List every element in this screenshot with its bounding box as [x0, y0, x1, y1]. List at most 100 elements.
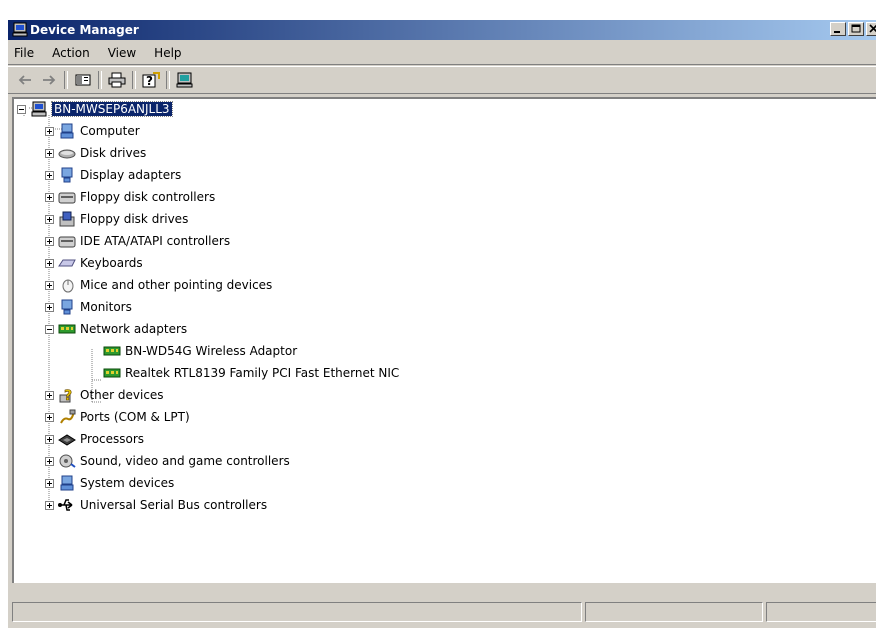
forward-button[interactable]: [38, 70, 60, 90]
print-button[interactable]: [106, 70, 128, 90]
tree-item-label: Processors: [80, 432, 145, 446]
tree-category-display-adapters[interactable]: Display adapters: [45, 165, 181, 185]
tree-category-monitors[interactable]: Monitors: [45, 297, 132, 317]
scan-hardware-icon: [176, 72, 193, 88]
expand-toggle[interactable]: [45, 214, 54, 224]
unknown-device-icon: ?: [59, 388, 72, 403]
menu-bar: File Action View Help: [8, 42, 876, 65]
tree-item-label: Mice and other pointing devices: [80, 278, 273, 292]
menu-file[interactable]: File: [8, 46, 43, 60]
forward-arrow-icon: [43, 75, 56, 85]
expand-toggle[interactable]: [45, 456, 54, 466]
tree-category-keyboards[interactable]: Keyboards: [45, 253, 143, 273]
collapse-toggle[interactable]: [17, 104, 26, 114]
scan-hardware-button[interactable]: [174, 70, 196, 90]
tree-category-processors[interactable]: Processors: [45, 429, 144, 449]
tree-device-ethernet-nic[interactable]: Realtek RTL8139 Family PCI Fast Ethernet…: [103, 363, 399, 383]
monitor-icon: [61, 299, 73, 315]
menu-action[interactable]: Action: [43, 46, 99, 60]
disk-drive-icon: [58, 149, 76, 159]
window-title: Device Manager: [30, 23, 139, 37]
tree-item-label: BN-WD54G Wireless Adaptor: [125, 344, 298, 358]
expand-toggle[interactable]: [45, 170, 54, 180]
floppy-drive-icon: [59, 211, 75, 227]
computer-icon: [31, 101, 47, 117]
expand-toggle[interactable]: [45, 236, 54, 246]
network-adapter-icon: [58, 324, 76, 334]
tree-category-network-adapters[interactable]: Network adapters: [45, 319, 187, 339]
toolbar-separator: [98, 71, 102, 89]
tree-category-ports[interactable]: Ports (COM & LPT): [45, 407, 190, 427]
mouse-icon: [62, 279, 74, 293]
tree-item-label: Realtek RTL8139 Family PCI Fast Ethernet…: [125, 366, 400, 380]
display-adapter-icon: [61, 167, 73, 183]
system-device-icon: [60, 475, 74, 491]
help-button[interactable]: ?: [140, 70, 162, 90]
expand-toggle[interactable]: [45, 500, 54, 510]
tree-category-disk-drives[interactable]: Disk drives: [45, 143, 146, 163]
tree-item-label: Computer: [80, 124, 140, 138]
expand-toggle[interactable]: [45, 280, 54, 290]
expand-toggle[interactable]: [45, 258, 54, 268]
print-icon: [108, 72, 126, 88]
expand-toggle[interactable]: [45, 302, 54, 312]
tree-root[interactable]: BN-MWSEP6ANJLL3: [17, 99, 173, 119]
show-hide-tree-icon: [75, 74, 91, 86]
processor-icon: [58, 434, 76, 446]
tree-category-system-devices[interactable]: System devices: [45, 473, 174, 493]
minimize-icon: [834, 31, 840, 33]
expand-toggle[interactable]: [45, 192, 54, 202]
status-pane-3: [766, 602, 876, 622]
tree-category-usb[interactable]: Universal Serial Bus controllers: [45, 495, 267, 515]
device-tree[interactable]: BN-MWSEP6ANJLL3 Computer Disk drives Dis…: [12, 97, 876, 583]
expand-toggle[interactable]: [45, 126, 54, 136]
toolbar-separator: [166, 71, 170, 89]
back-button[interactable]: [14, 70, 36, 90]
minimize-button[interactable]: [830, 22, 846, 36]
tree-category-floppy-disk-controllers[interactable]: Floppy disk controllers: [45, 187, 215, 207]
tree-device-wireless-adaptor[interactable]: BN-WD54G Wireless Adaptor: [103, 341, 297, 361]
ide-controller-icon: [58, 236, 76, 248]
tree-item-label: Ports (COM & LPT): [80, 410, 190, 424]
menu-view[interactable]: View: [99, 46, 145, 60]
toolbar: ?: [8, 66, 876, 94]
keyboard-icon: [58, 259, 76, 267]
svg-text:?: ?: [64, 388, 72, 403]
close-icon: [869, 24, 876, 33]
expand-toggle[interactable]: [45, 412, 54, 422]
toolbar-separator: [64, 71, 68, 89]
tree-item-label: Other devices: [80, 388, 164, 402]
close-button[interactable]: [866, 22, 876, 36]
floppy-controller-icon: [58, 192, 76, 204]
expand-toggle[interactable]: [45, 148, 54, 158]
tree-item-label: IDE ATA/ATAPI controllers: [80, 234, 231, 248]
collapse-toggle[interactable]: [45, 324, 54, 334]
tree-category-floppy-disk-drives[interactable]: Floppy disk drives: [45, 209, 188, 229]
tree-item-label: Floppy disk drives: [80, 212, 189, 226]
tree-category-sound[interactable]: Sound, video and game controllers: [45, 451, 290, 471]
help-icon: ?: [142, 72, 160, 88]
tree-item-label: Sound, video and game controllers: [80, 454, 290, 468]
tree-item-label: Display adapters: [80, 168, 182, 182]
tree-item-label: Network adapters: [80, 322, 188, 336]
toolbar-separator: [132, 71, 136, 89]
show-hide-tree-button[interactable]: [72, 70, 94, 90]
status-pane-main: [12, 602, 582, 622]
tree-category-ide-controllers[interactable]: IDE ATA/ATAPI controllers: [45, 231, 230, 251]
back-arrow-icon: [18, 75, 31, 85]
maximize-icon: [851, 24, 861, 33]
tree-item-label: Disk drives: [80, 146, 147, 160]
expand-toggle[interactable]: [45, 434, 54, 444]
tree-category-computer[interactable]: Computer: [45, 121, 140, 141]
maximize-button[interactable]: [848, 22, 864, 36]
computer-icon: [12, 22, 28, 37]
tree-category-other-devices[interactable]: ? Other devices: [45, 385, 164, 405]
svg-text:?: ?: [146, 74, 153, 88]
expand-toggle[interactable]: [45, 390, 54, 400]
menu-help[interactable]: Help: [145, 46, 190, 60]
window-controls: [830, 22, 876, 36]
title-bar[interactable]: Device Manager: [8, 20, 876, 40]
usb-icon: [58, 499, 73, 511]
expand-toggle[interactable]: [45, 478, 54, 488]
tree-category-mice[interactable]: Mice and other pointing devices: [45, 275, 272, 295]
